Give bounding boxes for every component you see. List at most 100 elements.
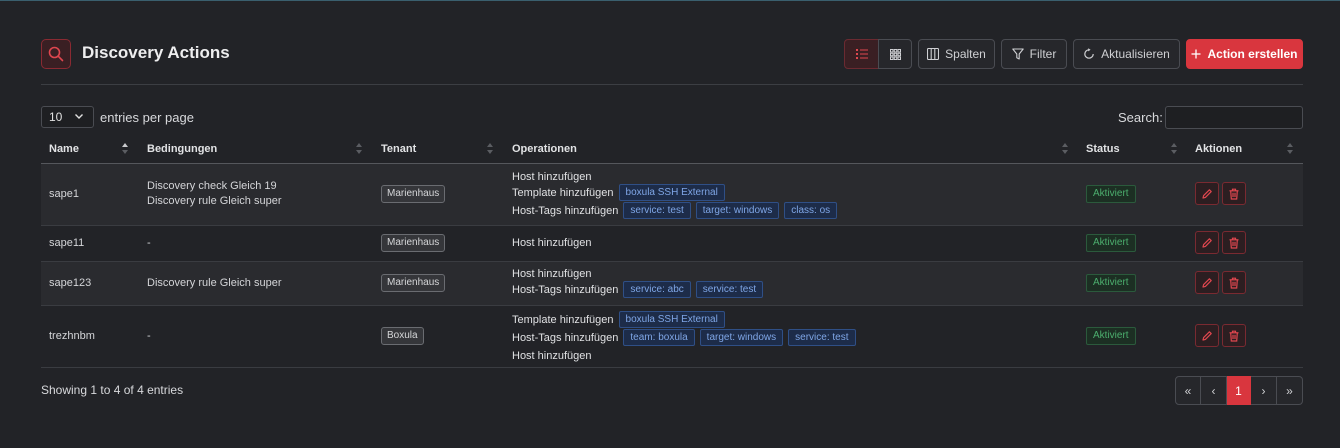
column-header-conditions[interactable]: Bedingungen — [147, 143, 217, 155]
pagination-prev-button[interactable]: ‹ — [1201, 376, 1227, 405]
operation-label: Template hinzufügen — [512, 313, 614, 326]
status-badge: Aktiviert — [1086, 185, 1136, 203]
tenant-badge: Marienhaus — [381, 234, 446, 252]
search-icon — [41, 39, 71, 69]
list-view-button[interactable] — [844, 39, 879, 69]
operation-tag: service: test — [695, 281, 764, 298]
edit-button[interactable] — [1195, 182, 1219, 205]
operation-label: Host hinzufügen — [512, 170, 592, 183]
status-badge: Aktiviert — [1086, 234, 1136, 252]
entries-per-page-value: 10 — [49, 110, 63, 124]
sort-icon — [487, 142, 493, 155]
filter-button[interactable]: Filter — [1001, 39, 1067, 69]
operation-line: Host hinzufügen — [512, 237, 592, 249]
refresh-button-label: Aktualisieren — [1101, 47, 1170, 61]
plus-icon — [1191, 49, 1201, 59]
operation-tag: target: windows — [695, 202, 780, 219]
table-header: Name Bedingungen Tenant Operationen Stat… — [41, 137, 1303, 164]
operation-tag: service: abc — [623, 281, 691, 298]
pencil-icon — [1202, 237, 1212, 248]
column-header-status[interactable]: Status — [1086, 143, 1120, 155]
create-action-button[interactable]: Action erstellen — [1186, 39, 1303, 69]
status-badge: Aktiviert — [1086, 274, 1136, 292]
grid-view-button[interactable] — [878, 39, 912, 69]
tenant-badge: Marienhaus — [381, 274, 446, 292]
table-row: sape123 Discovery rule Gleich super Mari… — [41, 262, 1303, 306]
row-condition: - — [147, 237, 151, 249]
operation-label: Host hinzufügen — [512, 267, 592, 280]
list-icon — [855, 49, 868, 59]
row-name: sape123 — [49, 277, 92, 289]
tenant-badge: Boxula — [381, 327, 424, 345]
panel-header: Discovery Actions Spalten Filter Aktuali… — [41, 39, 1303, 69]
pagination-first-button[interactable]: « — [1175, 376, 1201, 405]
search-input[interactable] — [1165, 106, 1303, 129]
table-info: Showing 1 to 4 of 4 entries — [41, 383, 184, 397]
pencil-icon — [1202, 188, 1212, 199]
operation-label: Template hinzufügen — [512, 186, 614, 199]
columns-icon — [927, 48, 940, 60]
trash-icon — [1229, 330, 1239, 342]
operation-label: Host-Tags hinzufügen — [512, 331, 619, 344]
operation-line: Template hinzufügen boxula SSH External — [512, 310, 725, 329]
operation-tag: class: os — [784, 202, 838, 219]
column-header-tenant[interactable]: Tenant — [381, 143, 416, 155]
table-row: trezhnbm - Boxula Template hinzufügen bo… — [41, 306, 1303, 368]
operation-tag: boxula SSH External — [618, 311, 725, 328]
row-name: sape1 — [49, 188, 79, 200]
column-header-actions[interactable]: Aktionen — [1195, 143, 1242, 155]
edit-button[interactable] — [1195, 231, 1219, 254]
column-header-operations[interactable]: Operationen — [512, 143, 577, 155]
operation-tag: service: test — [623, 202, 691, 219]
search-label: Search: — [1118, 110, 1163, 125]
pagination-page-button[interactable]: 1 — [1227, 376, 1251, 405]
column-header-name[interactable]: Name — [49, 143, 79, 155]
operation-label: Host hinzufügen — [512, 349, 592, 362]
delete-button[interactable] — [1222, 182, 1246, 205]
header-divider — [41, 84, 1303, 85]
filter-icon — [1011, 48, 1024, 60]
delete-button[interactable] — [1222, 231, 1246, 254]
operation-tag: boxula SSH External — [618, 184, 725, 201]
grid-icon — [889, 48, 901, 60]
chevron-down-icon — [75, 114, 83, 119]
table-row: sape1 Discovery check Gleich 19 Discover… — [41, 164, 1303, 226]
filter-button-label: Filter — [1029, 47, 1057, 61]
operation-line: Host-Tags hinzufügen service: abc servic… — [512, 280, 764, 299]
sort-icon — [122, 142, 128, 155]
pagination-last-button[interactable]: » — [1277, 376, 1303, 405]
table-row: sape11 - Marienhaus Host hinzufügen Akti… — [41, 226, 1303, 262]
operation-line: Host-Tags hinzufügen team: boxula target… — [512, 328, 856, 347]
operation-label: Host hinzufügen — [512, 237, 592, 249]
columns-button[interactable]: Spalten — [918, 39, 995, 69]
sort-icon — [356, 142, 362, 155]
pencil-icon — [1202, 277, 1212, 288]
row-name: sape11 — [49, 237, 85, 249]
trash-icon — [1229, 188, 1239, 200]
operation-line: Host hinzufügen — [512, 349, 592, 362]
operation-line: Template hinzufügen boxula SSH External — [512, 183, 725, 202]
trash-icon — [1229, 277, 1239, 289]
row-condition: Discovery rule Gleich super — [147, 277, 282, 289]
delete-button[interactable] — [1222, 271, 1246, 294]
edit-button[interactable] — [1195, 271, 1219, 294]
operation-line: Host-Tags hinzufügen service: test targe… — [512, 201, 838, 220]
row-name: trezhnbm — [49, 330, 95, 342]
entries-per-page-label: entries per page — [100, 110, 194, 125]
entries-per-page-select[interactable]: 10 — [41, 106, 94, 128]
status-badge: Aktiviert — [1086, 327, 1136, 345]
operation-tag: target: windows — [699, 329, 784, 346]
edit-button[interactable] — [1195, 324, 1219, 347]
operation-tag: team: boxula — [623, 329, 695, 346]
pagination-next-button[interactable]: › — [1251, 376, 1277, 405]
sort-icon — [1287, 142, 1293, 155]
columns-button-label: Spalten — [945, 47, 986, 61]
create-action-button-label: Action erstellen — [1207, 47, 1298, 61]
operation-line: Host hinzufügen — [512, 170, 592, 183]
operation-tag: service: test — [788, 329, 856, 346]
operation-label: Host-Tags hinzufügen — [512, 283, 619, 296]
refresh-button[interactable]: Aktualisieren — [1073, 39, 1180, 69]
delete-button[interactable] — [1222, 324, 1246, 347]
pencil-icon — [1202, 330, 1212, 341]
sort-icon — [1171, 142, 1177, 155]
